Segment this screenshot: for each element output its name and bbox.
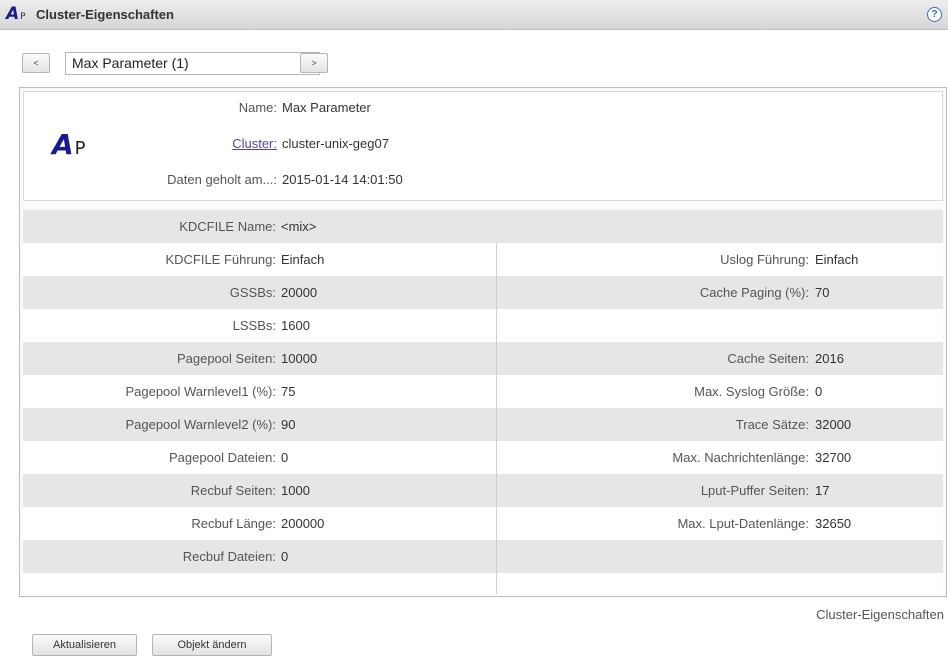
table-row: GSSBs: 20000 Cache Paging (%): 70 xyxy=(23,276,943,309)
property-label: LSSBs: xyxy=(232,318,276,333)
property-value: 10000 xyxy=(281,351,318,366)
property-label: Recbuf Seiten: xyxy=(190,483,276,498)
property-label: Recbuf Länge: xyxy=(191,516,276,531)
window-titlebar: AP Cluster-Eigenschaften ? xyxy=(0,0,948,30)
property-value: 32000 xyxy=(815,417,852,432)
property-label: Pagepool Warnlevel1 (%): xyxy=(125,384,276,399)
property-value: Einfach xyxy=(815,252,859,267)
property-value: 1600 xyxy=(281,318,310,333)
property-label: Cache Seiten: xyxy=(727,351,809,366)
app-logo-sub: P xyxy=(20,12,26,22)
property-value: 90 xyxy=(281,417,296,432)
property-value: Einfach xyxy=(281,252,325,267)
property-label: KDCFILE Führung: xyxy=(165,252,276,267)
table-row: Recbuf Länge: 200000 Max. Lput-Datenläng… xyxy=(23,507,943,540)
header-row-name: Name: Max Parameter xyxy=(24,100,944,120)
name-label: Name: xyxy=(238,100,277,115)
property-value: 0 xyxy=(281,450,289,465)
window-title: Cluster-Eigenschaften xyxy=(36,7,174,22)
property-value: 2016 xyxy=(815,351,844,366)
object-select[interactable]: Max Parameter (1) ▼ xyxy=(65,52,320,75)
section-footer-label: Cluster-Eigenschaften xyxy=(816,607,944,622)
table-row: Pagepool Warnlevel2 (%): 90 Trace Sätze:… xyxy=(23,408,943,441)
fetched-value: 2015-01-14 14:01:50 xyxy=(282,172,403,187)
property-value: 17 xyxy=(815,483,830,498)
table-row: Pagepool Warnlevel1 (%): 75 Max. Syslog … xyxy=(23,375,943,408)
table-row: KDCFILE Führung: Einfach Uslog Führung: … xyxy=(23,243,943,276)
property-value: 32650 xyxy=(815,516,852,531)
refresh-button[interactable]: Aktualisieren xyxy=(32,634,137,656)
properties-grid: KDCFILE Name: <mix> KDCFILE Führung: Ein… xyxy=(23,210,943,594)
property-label: Max. Lput-Datenlänge: xyxy=(677,516,809,531)
cluster-value: cluster-unix-geg07 xyxy=(282,136,389,151)
header-row-fetched: Daten geholt am...: 2015-01-14 14:01:50 xyxy=(24,172,944,192)
property-value: 32700 xyxy=(815,450,852,465)
property-value: 200000 xyxy=(281,516,325,531)
table-row: KDCFILE Name: <mix> xyxy=(23,210,943,243)
table-row: Pagepool Dateien: 0 Max. Nachrichtenläng… xyxy=(23,441,943,474)
table-row: Recbuf Seiten: 1000 Lput-Puffer Seiten: … xyxy=(23,474,943,507)
property-label: Pagepool Dateien: xyxy=(169,450,276,465)
kdcfile-name-value: <mix> xyxy=(281,219,317,234)
property-label: Pagepool Seiten: xyxy=(176,351,276,366)
column-divider xyxy=(496,243,497,594)
property-label: Uslog Führung: xyxy=(720,252,809,267)
property-value: 0 xyxy=(281,549,289,564)
property-value: 70 xyxy=(815,285,830,300)
property-label: Trace Sätze: xyxy=(735,417,809,432)
app-logo-main: A xyxy=(6,4,20,24)
kdcfile-name-label: KDCFILE Name: xyxy=(179,219,276,234)
property-label: Recbuf Dateien: xyxy=(182,549,276,564)
app-logo-icon: AP xyxy=(6,4,26,24)
property-label: Cache Paging (%): xyxy=(699,285,809,300)
cluster-link[interactable]: Cluster: xyxy=(232,136,277,151)
previous-object-button[interactable]: < xyxy=(22,53,50,73)
help-icon[interactable]: ? xyxy=(927,7,942,22)
table-row: Recbuf Dateien: 0 xyxy=(23,540,943,573)
object-header: AP Name: Max Parameter Cluster: cluster-… xyxy=(23,91,943,201)
header-row-cluster: Cluster: cluster-unix-geg07 xyxy=(24,136,944,156)
property-value: 0 xyxy=(815,384,823,399)
property-label: Max. Nachrichtenlänge: xyxy=(672,450,809,465)
name-value: Max Parameter xyxy=(282,100,371,115)
object-select-value: Max Parameter (1) xyxy=(72,55,189,71)
property-value: 1000 xyxy=(281,483,310,498)
property-value: 75 xyxy=(281,384,296,399)
property-label: Pagepool Warnlevel2 (%): xyxy=(125,417,276,432)
property-label: Max. Syslog Größe: xyxy=(694,384,809,399)
property-label: GSSBs: xyxy=(229,285,276,300)
table-row: LSSBs: 1600 xyxy=(23,309,943,342)
next-object-button[interactable]: > xyxy=(300,53,328,73)
edit-object-button[interactable]: Objekt ändern xyxy=(152,634,272,656)
property-label: Lput-Puffer Seiten: xyxy=(700,483,809,498)
properties-panel: AP Name: Max Parameter Cluster: cluster-… xyxy=(19,87,947,597)
property-value: 20000 xyxy=(281,285,318,300)
fetched-label: Daten geholt am...: xyxy=(167,172,277,187)
table-row: Pagepool Seiten: 10000 Cache Seiten: 201… xyxy=(23,342,943,375)
